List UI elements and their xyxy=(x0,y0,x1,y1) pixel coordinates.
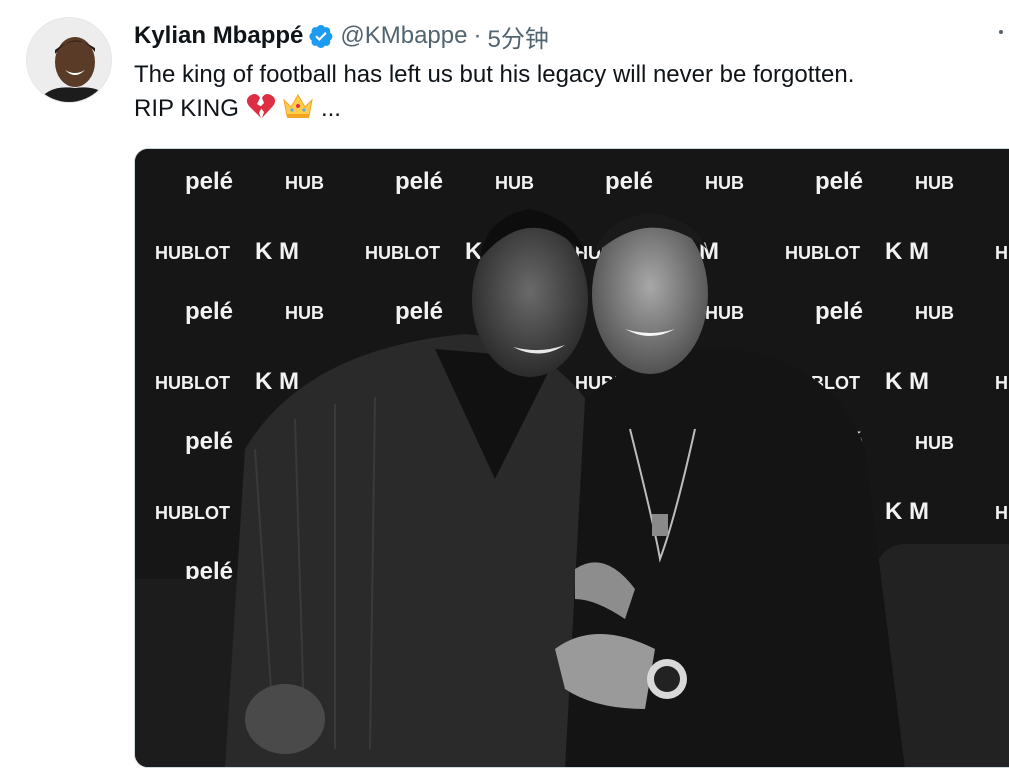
tweet-text-ellipsis: ... xyxy=(320,95,341,122)
author-handle[interactable]: @KMbappe xyxy=(340,22,467,50)
broken-heart-emoji-icon xyxy=(246,92,276,130)
crown-emoji-icon xyxy=(282,92,314,130)
tweet-text-line: The king of football has left us but his… xyxy=(134,61,855,88)
author-avatar[interactable] xyxy=(26,17,112,103)
author-name[interactable]: Kylian Mbappé xyxy=(134,22,303,50)
tweet-photo[interactable]: HUBLOT K M pelé HUB xyxy=(134,148,1009,768)
verified-badge-icon xyxy=(308,23,334,49)
tweet-text: The king of football has left us but his… xyxy=(134,58,994,130)
tweet-header: Kylian Mbappé @KMbappe · 5分钟 xyxy=(134,18,549,54)
tweet-timestamp[interactable]: 5分钟 xyxy=(487,19,548,54)
more-options-icon[interactable] xyxy=(999,30,1009,40)
tweet-text-line: RIP KING ... xyxy=(134,92,994,130)
header-separator: · xyxy=(473,22,482,49)
tweet-text-rip: RIP KING xyxy=(134,95,239,122)
